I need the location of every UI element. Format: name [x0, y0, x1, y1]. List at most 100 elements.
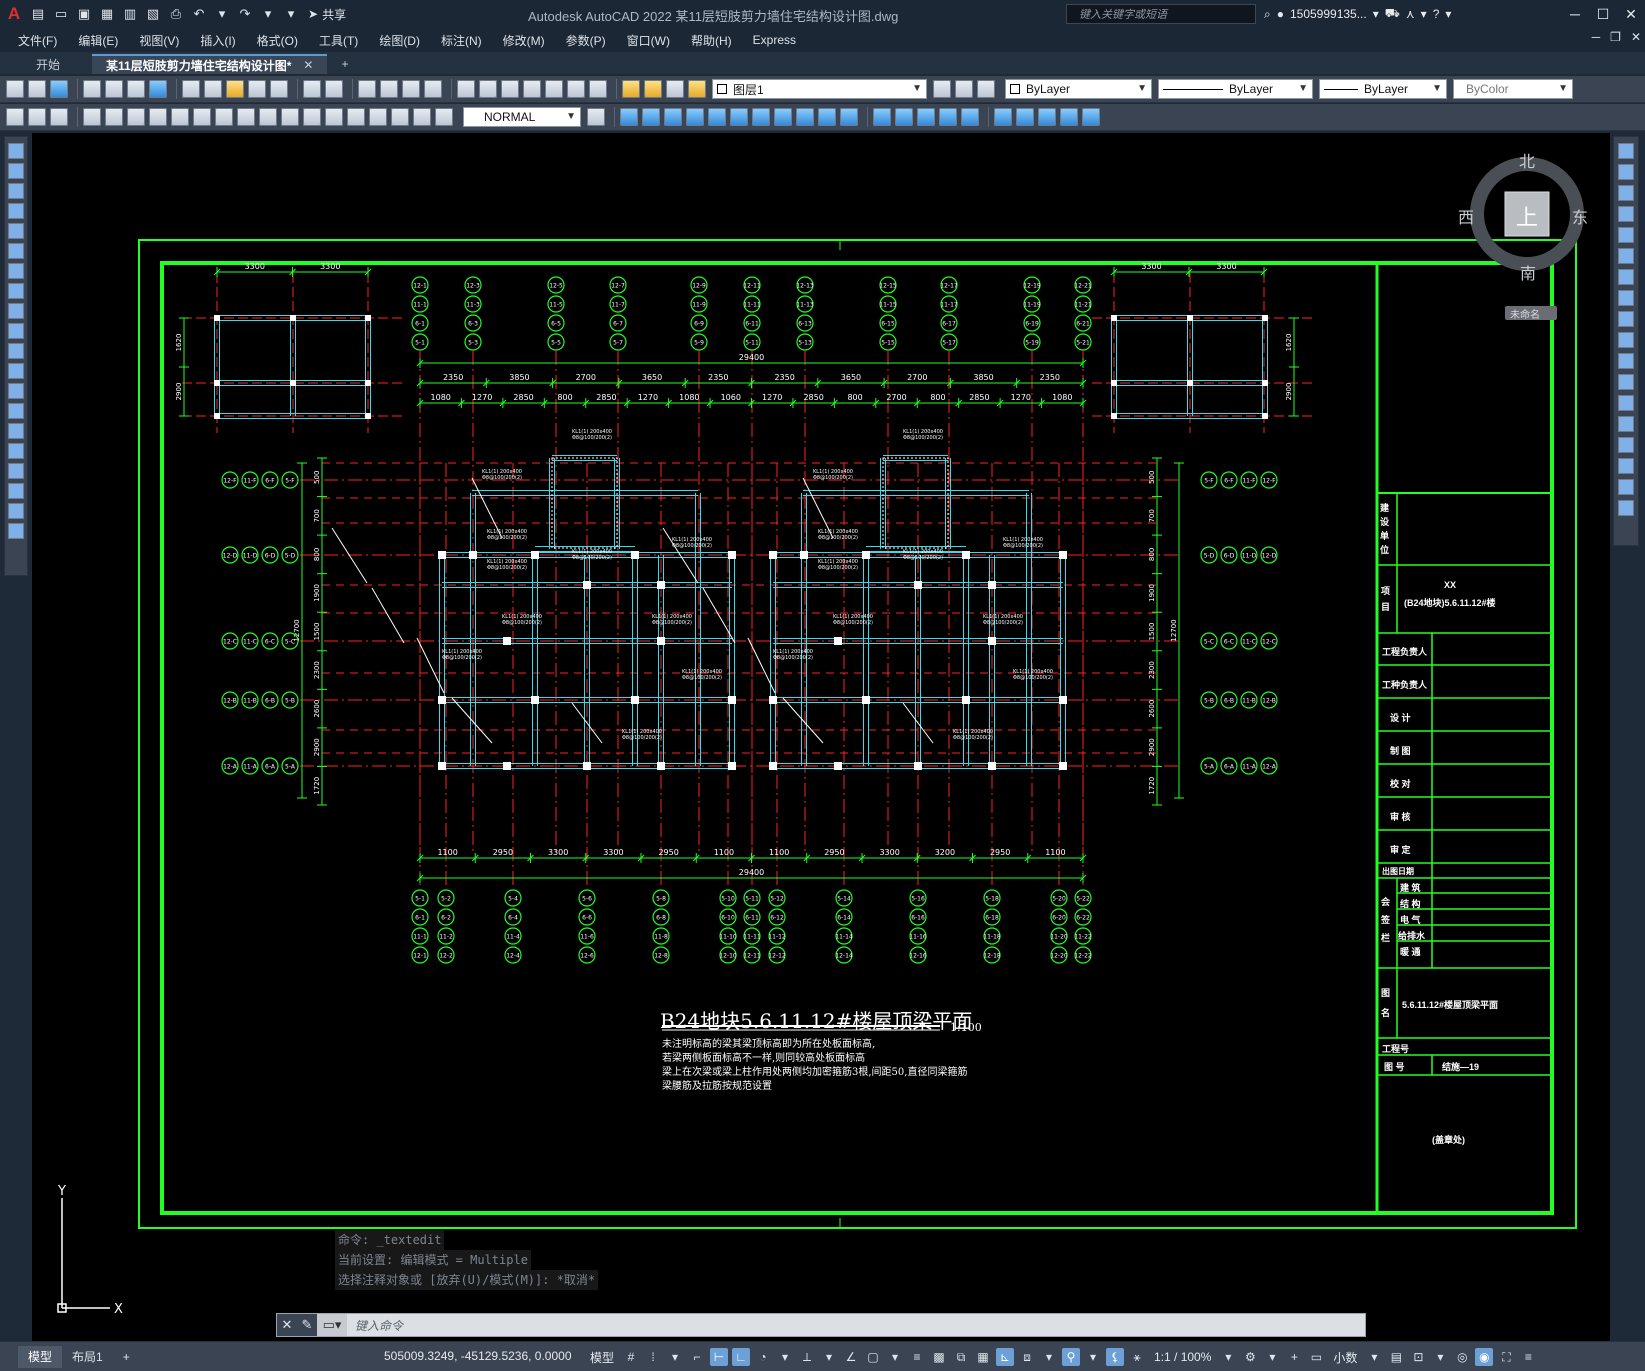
- osnap-dropdown-icon[interactable]: ▾: [886, 1348, 904, 1366]
- stretch-icon[interactable]: [1618, 311, 1634, 327]
- export-icon[interactable]: ▧: [143, 4, 163, 24]
- ellipse-icon[interactable]: [8, 323, 24, 339]
- move-icon[interactable]: [1618, 248, 1634, 264]
- rotate-icon[interactable]: [1618, 269, 1634, 285]
- menu-view[interactable]: 视图(V): [139, 32, 179, 49]
- modify-chamfer-icon[interactable]: [917, 108, 935, 126]
- circle-icon[interactable]: [8, 263, 24, 279]
- new-tab-button[interactable]: +: [327, 54, 362, 74]
- undo-dropdown-icon[interactable]: ▾: [212, 4, 232, 24]
- lineweight-icon[interactable]: ≡: [908, 1348, 926, 1366]
- user-name[interactable]: 1505999135...: [1290, 7, 1367, 21]
- close-icon[interactable]: ✕: [1617, 6, 1645, 23]
- dim-aligned-icon[interactable]: [28, 108, 46, 126]
- doc-close-icon[interactable]: ✕: [1631, 30, 1641, 44]
- dim-linear-icon[interactable]: [6, 108, 24, 126]
- modify-break-icon[interactable]: [873, 108, 891, 126]
- modify-fillet-icon[interactable]: [939, 108, 957, 126]
- clean-screen-icon[interactable]: ⛶: [1497, 1348, 1515, 1366]
- modify-rotate-icon[interactable]: [752, 108, 770, 126]
- annotation-scale-value[interactable]: 1:1 / 100%: [1150, 1350, 1215, 1364]
- modify-mirror-icon[interactable]: [664, 108, 682, 126]
- isometric-icon[interactable]: ⟂: [798, 1348, 816, 1366]
- region-icon[interactable]: [8, 463, 24, 479]
- dynamic-ucs-icon[interactable]: ⊾: [996, 1348, 1015, 1366]
- tab-start[interactable]: 开始: [22, 54, 74, 74]
- redo-dropdown-icon[interactable]: ▾: [258, 4, 278, 24]
- iso-dropdown-icon[interactable]: ▾: [820, 1348, 838, 1366]
- publish-toolbar-icon[interactable]: [127, 80, 145, 98]
- dim-radius-icon[interactable]: [105, 108, 123, 126]
- open-file-icon[interactable]: ▭: [51, 4, 71, 24]
- spline-icon[interactable]: [8, 303, 24, 319]
- ellipse-arc-icon[interactable]: [8, 343, 24, 359]
- jogged-linear-icon[interactable]: [369, 108, 387, 126]
- annotation-monitor-icon[interactable]: +: [1285, 1348, 1303, 1366]
- zoom-previous-icon[interactable]: [424, 80, 442, 98]
- lock-ui-icon[interactable]: ⊡: [1409, 1348, 1427, 1366]
- save-as-icon[interactable]: ▦: [97, 4, 117, 24]
- modify-stretch-icon[interactable]: [796, 108, 814, 126]
- object-snap-tracking-icon[interactable]: ∠: [842, 1348, 860, 1366]
- color-dropdown[interactable]: ByLayer ▼: [1005, 79, 1152, 99]
- modify-join-icon[interactable]: [895, 108, 913, 126]
- help-toolbar-icon[interactable]: [589, 80, 607, 98]
- polyline-icon[interactable]: [8, 183, 24, 199]
- snap-icon[interactable]: ⁞: [644, 1348, 662, 1366]
- transparency-icon[interactable]: ▩: [930, 1348, 948, 1366]
- menu-draw[interactable]: 绘图(D): [379, 32, 420, 49]
- plot-toolbar-icon[interactable]: [83, 80, 101, 98]
- doc-restore-icon[interactable]: ❐: [1610, 30, 1621, 44]
- customize-qat-icon[interactable]: ▾: [281, 4, 301, 24]
- auto-scale-icon[interactable]: ⚸: [1106, 1348, 1125, 1366]
- units-dropdown-icon[interactable]: ▾: [1365, 1348, 1383, 1366]
- inspection-icon[interactable]: [347, 108, 365, 126]
- modify-trim-icon[interactable]: [818, 108, 836, 126]
- units-icon[interactable]: ▭: [1307, 1348, 1325, 1366]
- markup-icon[interactable]: [545, 80, 563, 98]
- qnew-icon[interactable]: [6, 80, 24, 98]
- user-icon[interactable]: ●: [1277, 7, 1284, 21]
- break-at-point-icon[interactable]: [1618, 374, 1634, 390]
- layer-properties-icon[interactable]: [933, 80, 951, 98]
- modify-array-icon[interactable]: [708, 108, 726, 126]
- coordinate-readout[interactable]: 505009.3249, -45129.5236, 0.0000: [384, 1349, 572, 1363]
- maximize-icon[interactable]: ☐: [1589, 6, 1617, 23]
- menu-help[interactable]: 帮助(H): [691, 32, 732, 49]
- text-style-dropdown[interactable]: NORMAL ▼: [463, 107, 581, 127]
- open-icon[interactable]: [28, 80, 46, 98]
- dim-angular-icon[interactable]: [171, 108, 189, 126]
- modify-extend-icon[interactable]: [840, 108, 858, 126]
- bring-above-icon[interactable]: [1060, 108, 1078, 126]
- arc-icon[interactable]: [8, 243, 24, 259]
- block-editor-icon[interactable]: [270, 80, 288, 98]
- save-icon[interactable]: ▣: [74, 4, 94, 24]
- redo-icon[interactable]: ↷: [235, 4, 255, 24]
- compass-east[interactable]: 东: [1572, 204, 1588, 228]
- lock-dropdown-icon[interactable]: ▾: [1431, 1348, 1449, 1366]
- annotation-dropdown-icon[interactable]: ▾: [1084, 1348, 1102, 1366]
- 3d-dwf-icon[interactable]: [149, 80, 167, 98]
- cut-icon[interactable]: [182, 80, 200, 98]
- modify-move-icon[interactable]: [730, 108, 748, 126]
- layer-dropdown[interactable]: 图层1 ▼: [712, 79, 927, 99]
- help-dropdown-icon[interactable]: ▾: [1445, 7, 1451, 21]
- fillet-icon[interactable]: [1618, 458, 1634, 474]
- dim-arc-icon[interactable]: [50, 108, 68, 126]
- dim-break-icon[interactable]: [281, 108, 299, 126]
- copy-icon[interactable]: [204, 80, 222, 98]
- insert-block-icon[interactable]: [8, 363, 24, 379]
- dim-style-icon[interactable]: [587, 108, 605, 126]
- layer-viewport-icon[interactable]: [666, 80, 684, 98]
- hatch-icon[interactable]: [8, 423, 24, 439]
- save-toolbar-icon[interactable]: [50, 80, 68, 98]
- calculator-icon[interactable]: [567, 80, 585, 98]
- modify-copy-icon[interactable]: [642, 108, 660, 126]
- autodesk-a360-icon[interactable]: ⋏: [1406, 7, 1415, 21]
- command-input[interactable]: 键入命令: [355, 1317, 403, 1334]
- bring-front-icon[interactable]: [1016, 108, 1034, 126]
- compass-north[interactable]: 北: [1519, 148, 1535, 172]
- offset-icon[interactable]: [1618, 206, 1634, 222]
- draw-order-icon[interactable]: [994, 108, 1012, 126]
- zoom-realtime-icon[interactable]: [380, 80, 398, 98]
